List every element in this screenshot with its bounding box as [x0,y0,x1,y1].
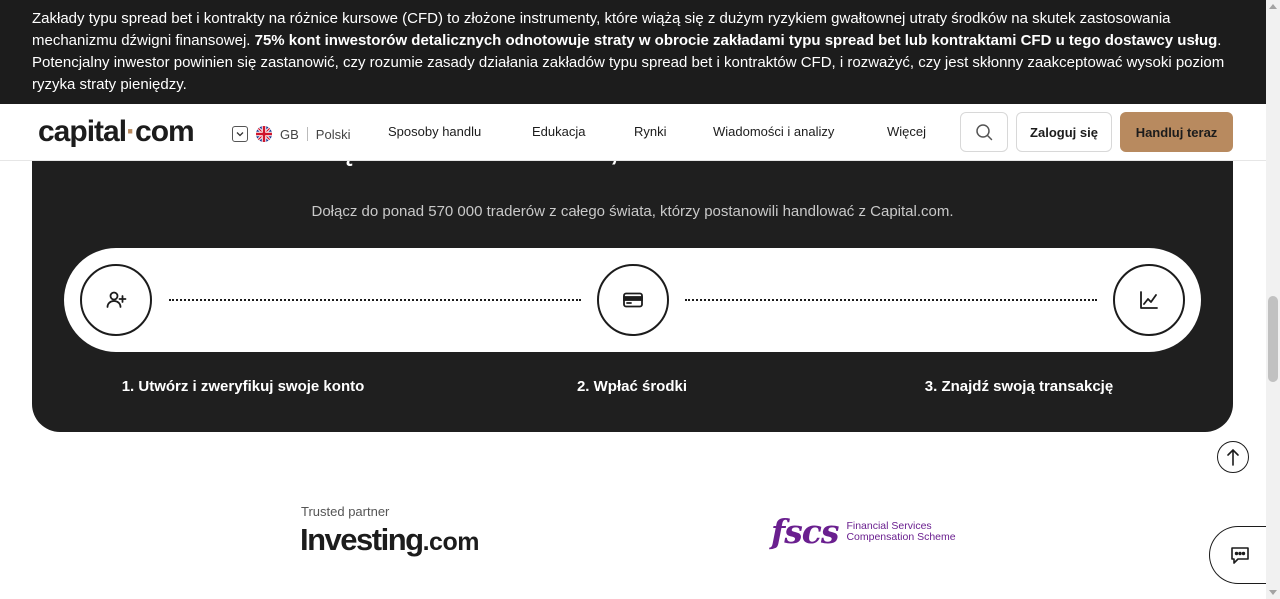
step-connector-2 [685,299,1097,301]
risk-text-bold: 75% kont inwestorów detalicznych odnotow… [254,32,1218,49]
investing-name: Investing [300,522,424,557]
site-header: capital·com GB Polski Sposoby handlu Edu… [0,104,1266,161]
risk-warning-banner: Zakłady typu spread bet i kontrakty na r… [0,0,1266,104]
fscs-logo[interactable]: fscs Financial Services Compensation Sch… [771,512,956,551]
nav-rynki[interactable]: Rynki [634,124,667,139]
language-label: Polski [315,126,351,142]
fscs-line-2: Compensation Scheme [846,530,956,543]
investing-logo[interactable]: Investing.com [300,522,479,558]
trusted-partner-label: Trusted partner [301,504,390,519]
chat-button[interactable] [1209,526,1269,584]
logo-right: com [135,115,195,148]
step-1-label: 1. Utwórz i zweryfikuj swoje konto [121,378,365,395]
page: Zakłady typu spread bet i kontrakty na r… [0,0,1280,599]
fscs-line-1: Financial Services [846,519,932,532]
steps-bar [64,248,1201,352]
trade-now-button[interactable]: Handluj teraz [1120,112,1233,152]
fscs-text: Financial Services Compensation Scheme [846,519,956,543]
scroll-up-arrow-icon[interactable] [1269,4,1277,9]
scroll-down-arrow-icon[interactable] [1269,590,1277,595]
scrollbar-thumb[interactable] [1268,296,1278,382]
nav-edukacja[interactable]: Edukacja [532,124,585,139]
capital-logo[interactable]: capital·com [38,115,195,149]
chevron-down-icon [232,126,248,142]
chart-line-icon [1140,291,1158,309]
uk-flag-icon [256,126,272,142]
language-selector[interactable]: GB Polski [232,124,350,144]
step-3-circle [1113,264,1185,336]
scroll-to-top-button[interactable] [1217,441,1249,473]
step-1-circle [80,264,152,336]
nav-sposoby-handlu[interactable]: Sposoby handlu [388,124,481,139]
region-code: GB [280,126,299,142]
step-connector-1 [169,299,581,301]
nav-wiecej[interactable]: Więcej [887,124,926,139]
login-button[interactable]: Zaloguj się [1016,112,1112,152]
page-scrollbar[interactable] [1266,0,1280,599]
step-2-label: 2. Wpłać środki [576,378,688,395]
divider [306,127,308,141]
search-button[interactable] [960,112,1008,152]
trusted-broker-section: Wciąż szukasz brokera, któremu możesz za… [32,120,1233,432]
step-2-circle [597,264,669,336]
logo-left: capital [38,115,127,148]
investing-suffix: .com [422,528,480,556]
step-3-label: 3. Znajdź swoją transakcję [924,378,1114,395]
search-icon [976,124,993,141]
nav-wiadomosci[interactable]: Wiadomości i analizy [713,124,834,139]
arrow-up-icon [1227,448,1239,466]
chat-icon [1230,547,1249,564]
section-subtitle: Dołącz do ponad 570 000 traderów z całeg… [311,203,954,220]
fscs-mark: fscs [771,512,839,551]
credit-card-icon [623,292,643,308]
add-user-icon [106,291,127,308]
logo-dot: · [126,115,136,148]
